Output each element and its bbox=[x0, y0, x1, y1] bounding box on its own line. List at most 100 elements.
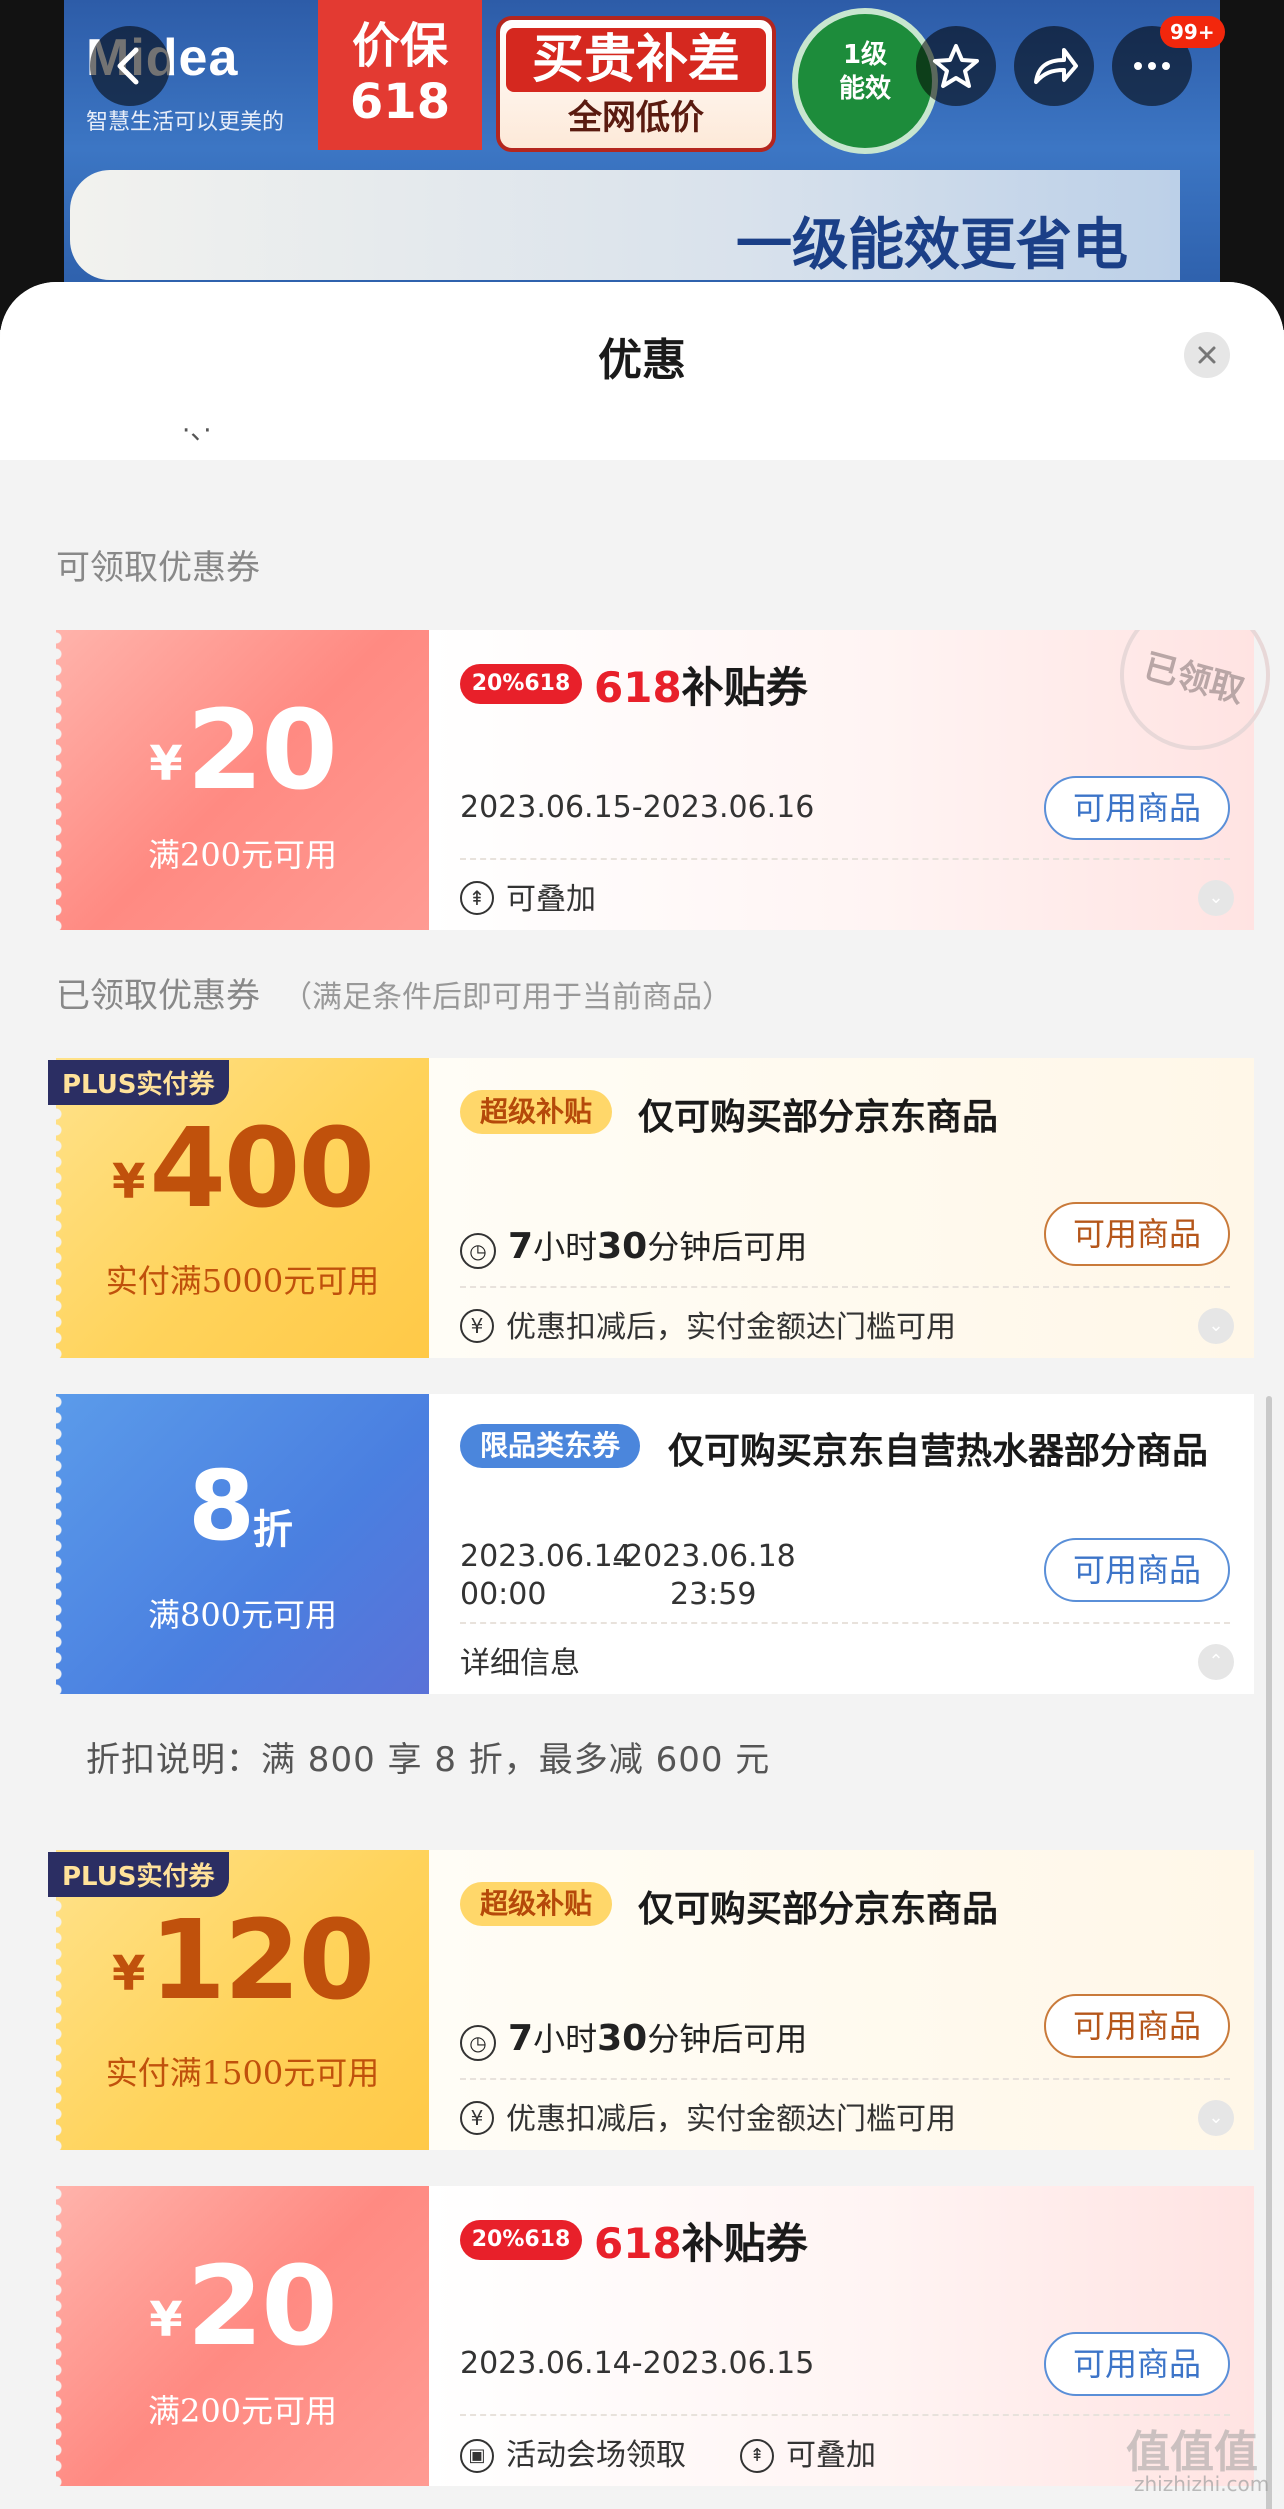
coupon-title-rest: 补贴券 bbox=[681, 2219, 808, 2268]
details-link[interactable]: 详细信息 bbox=[460, 1638, 580, 1682]
available-products-button[interactable]: 可用商品 bbox=[1044, 1538, 1230, 1602]
price-match-badge: 买贵补差 全网低价 bbox=[496, 16, 776, 152]
watermark: 值值值 bbox=[1126, 2427, 1258, 2478]
date-dash: - bbox=[612, 1545, 623, 1580]
venue-claim-text: 活动会场领取 bbox=[506, 2438, 686, 2473]
coupon-title: 仅可购买部分京东商品 bbox=[638, 1097, 999, 1138]
sheet-title: 优惠 bbox=[598, 335, 686, 386]
section-available-title: 可领取优惠券 bbox=[56, 548, 260, 588]
yen-icon: ¥ bbox=[460, 2101, 494, 2135]
time-start: 00:00 bbox=[460, 1577, 547, 1612]
discount-note: 折扣说明：满 800 享 8 折，最多减 600 元 bbox=[86, 1740, 771, 1780]
banner-slogan-text: 一级能效更省电 bbox=[736, 213, 1128, 278]
divider bbox=[460, 2078, 1230, 2080]
expand-button[interactable]: ⌄ bbox=[1198, 1308, 1234, 1344]
back-button[interactable] bbox=[90, 26, 170, 106]
discount-unit: 折 bbox=[252, 1507, 293, 1553]
chevron-down-icon: ⌄ bbox=[1208, 2107, 1224, 2128]
stackable-text: 可叠加 bbox=[786, 2438, 876, 2473]
coupon-countdown: ◷ 7小时30分钟后可用 bbox=[460, 1222, 807, 1269]
coupon-foot: ¥ 优惠扣减后，实付金额达门槛可用 bbox=[460, 2094, 956, 2138]
section-claimed-title: 已领取优惠券 （满足条件后即可用于当前商品） bbox=[56, 968, 732, 1017]
coupon-foot: ⇞ 可叠加 bbox=[460, 874, 596, 918]
countdown-minutes: 30 bbox=[597, 2018, 648, 2059]
back-icon bbox=[117, 47, 139, 85]
coupon-title-rest: 补贴券 bbox=[681, 663, 808, 712]
claimed-stamp-text: 已领取 bbox=[1110, 630, 1280, 760]
available-products-button[interactable]: 可用商品 bbox=[1044, 1994, 1230, 2058]
coupon-title-red: 618 bbox=[594, 663, 682, 712]
watermark-url: zhizhizhi.com bbox=[1134, 2472, 1270, 2496]
currency-symbol: ¥ bbox=[149, 2292, 183, 2348]
venue-claim-tag: ▣ 活动会场领取 bbox=[460, 2430, 686, 2474]
countdown-hours: 7 bbox=[508, 1226, 534, 1267]
close-button[interactable] bbox=[1184, 332, 1230, 378]
coupon-date: 2023.06.14-2023.06.15 bbox=[460, 2346, 815, 2381]
countdown-hours-unit: 小时 bbox=[533, 2020, 598, 2058]
product-banner: Midea 智慧生活可以更美的 价保 618 买贵补差 全网低价 1级 能效 一… bbox=[0, 0, 1284, 330]
stackable-tag: ⇞ 可叠加 bbox=[740, 2430, 876, 2474]
share-icon bbox=[1034, 48, 1078, 84]
countdown-minutes: 30 bbox=[597, 1226, 648, 1267]
coupon-amount: 120 bbox=[149, 1896, 375, 2024]
price-protect-badge: 价保 618 bbox=[318, 0, 482, 150]
countdown-minutes-unit: 分钟后可用 bbox=[647, 1228, 808, 1266]
chevron-up-icon: ⌃ bbox=[1208, 1651, 1224, 1672]
coupon-date: 2023.06.15-2023.06.16 bbox=[460, 790, 815, 825]
currency-symbol: ¥ bbox=[111, 1946, 146, 2002]
clock-icon: ◷ bbox=[460, 1233, 496, 1269]
coupon-title: 仅可购买京东自营热水器部分商品 bbox=[668, 1431, 1209, 1472]
coupon-condition: 满200元可用 bbox=[147, 2392, 338, 2430]
divider bbox=[460, 2414, 1230, 2416]
category-coupon-pill: 限品类东券 bbox=[460, 1424, 641, 1468]
promo-618-badge: 20%618 bbox=[460, 664, 582, 704]
coupon-date-start: 2023.06.14 00:00 bbox=[460, 1538, 632, 1614]
coupon-amount: 20 bbox=[186, 686, 338, 814]
coupon-title: 仅可购买部分京东商品 bbox=[638, 1889, 999, 1930]
coupon-foot: ¥ 优惠扣减后，实付金额达门槛可用 bbox=[460, 1302, 956, 1346]
currency-symbol: ¥ bbox=[111, 1154, 146, 1210]
coupon-countdown: ◷ 7小时30分钟后可用 bbox=[460, 2014, 807, 2061]
coupon-sheet: 优惠 ·、· 可领取优惠券 ¥20 满200元可用 20%618 618补贴券 … bbox=[0, 282, 1284, 2509]
banner-slogan-strip: 一级能效更省电 bbox=[70, 170, 1180, 280]
scrollbar[interactable] bbox=[1266, 1396, 1272, 2509]
available-products-button[interactable]: 可用商品 bbox=[1044, 2332, 1230, 2396]
coupon-amount: 20 bbox=[186, 2242, 338, 2370]
coupon-amount: 400 bbox=[149, 1104, 375, 1232]
brand-slogan: 智慧生活可以更美的 bbox=[86, 110, 285, 135]
expand-button[interactable]: ⌄ bbox=[1198, 880, 1234, 916]
coupon-foot-text: 可叠加 bbox=[506, 882, 596, 917]
date-start: 2023.06.14 bbox=[460, 1539, 632, 1574]
clock-icon: ◷ bbox=[460, 2025, 496, 2061]
sheet-header: 优惠 ·、· bbox=[0, 282, 1284, 460]
divider bbox=[460, 1286, 1230, 1288]
coupon-condition: 满800元可用 bbox=[147, 1596, 338, 1634]
coupon-amount: 8 bbox=[188, 1450, 255, 1562]
coupon-foot-text: 优惠扣减后，实付金额达门槛可用 bbox=[506, 1310, 956, 1345]
countdown-hours-unit: 小时 bbox=[533, 1228, 598, 1266]
loading-dots: ·、· bbox=[182, 416, 212, 446]
expand-button[interactable]: ⌃ bbox=[1198, 1644, 1234, 1680]
section-claimed-label: 已领取优惠券 bbox=[56, 976, 260, 1016]
available-products-button[interactable]: 可用商品 bbox=[1044, 1202, 1230, 1266]
expand-button[interactable]: ⌄ bbox=[1198, 2100, 1234, 2136]
ticket-icon: ▣ bbox=[460, 2439, 494, 2473]
coupon-title-red: 618 bbox=[594, 2219, 682, 2268]
share-button[interactable] bbox=[1014, 26, 1094, 106]
price-match-line1: 买贵补差 bbox=[506, 28, 766, 92]
time-end: 23:59 bbox=[670, 1577, 757, 1612]
chevron-down-icon: ⌄ bbox=[1208, 887, 1224, 908]
coupon-foot-text: 优惠扣减后，实付金额达门槛可用 bbox=[506, 2102, 956, 2137]
plus-coupon-tag: PLUS实付券 bbox=[48, 1852, 229, 1897]
available-products-button[interactable]: 可用商品 bbox=[1044, 776, 1230, 840]
coupon-condition: 实付满5000元可用 bbox=[105, 1262, 380, 1300]
date-end: 2023.06.18 bbox=[624, 1539, 796, 1574]
coupon-value-panel: 8折 满800元可用 bbox=[56, 1394, 429, 1694]
countdown-minutes-unit: 分钟后可用 bbox=[647, 2020, 808, 2058]
section-claimed-hint: （满足条件后即可用于当前商品） bbox=[282, 980, 732, 1015]
chevron-down-icon: ⌄ bbox=[1208, 1315, 1224, 1336]
coupon-value-panel: ¥20 满200元可用 bbox=[56, 630, 429, 930]
coupon-title: 618补贴券 bbox=[594, 654, 808, 715]
favorite-button[interactable] bbox=[916, 26, 996, 106]
super-subsidy-pill: 超级补贴 bbox=[460, 1882, 613, 1926]
